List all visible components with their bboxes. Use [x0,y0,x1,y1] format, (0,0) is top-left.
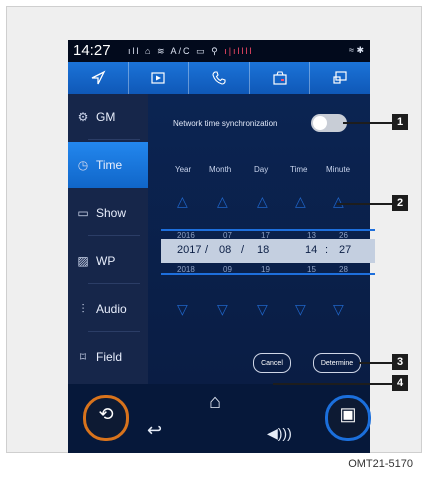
clock-icon: ◷ [77,158,89,172]
sidebar-item-label: Time [96,158,123,172]
sidebar-item-field[interactable]: ⌑ Field [68,334,148,380]
column-header-year: Year [175,165,192,174]
sidebar-item-label: GM [96,110,116,124]
ac-icon: A/C [170,46,192,56]
wifi-icon: ≋ [156,46,167,56]
volume-icon[interactable]: ◀))) [267,425,292,442]
top-navigation-bar [68,62,370,94]
gear-icon: ⚙ [77,110,89,124]
status-bar: 14:27 ıll ⌂ ≋ A/C ▭ ⚲ ı|ıllll ≈ ✱ [68,40,370,62]
network-sync-label: Network time synchronization [173,119,278,128]
status-right-icons: ≈ ✱ [349,45,364,56]
navigation-arrow-icon [91,70,106,85]
callout-3: 3 [392,354,408,370]
column-header-month: Month [209,165,232,174]
sound-field-icon: ⌑ [79,350,87,364]
callout-2-leader [337,203,392,205]
sidebar-item-gm[interactable]: ⚙ GM [68,94,148,140]
hour-up-arrow-icon[interactable]: △ [295,193,306,210]
home-icon[interactable]: ⌂ [209,391,221,414]
column-header-day: Day [254,165,269,174]
nav-button-media[interactable] [129,62,190,94]
right-dial-button[interactable]: ▣ [325,395,371,441]
sidebar-item-time[interactable]: ◷ Time [68,142,148,188]
screen-icon: ▭ [77,206,89,220]
nav-button-phone[interactable] [189,62,250,94]
nav-button-vehicle[interactable] [250,62,311,94]
decrement-arrows: ▽ ▽ ▽ ▽ ▽ [175,301,397,319]
date-time-picker[interactable]: 2016 07 17 13 26 2017 / 08 / 18 14 : 27 … [161,229,391,275]
status-icons: ıll ⌂ ≋ A/C ▭ ⚲ ı|ıllll [128,46,254,57]
nav-button-display[interactable] [310,62,370,94]
day-down-arrow-icon[interactable]: ▽ [257,301,268,318]
media-play-icon [151,72,165,84]
column-header-time: Time [290,165,308,174]
wallpaper-icon: ▨ [77,254,89,268]
callout-3-leader [359,362,392,364]
cancel-button[interactable]: Cancel [253,353,291,373]
year-down-arrow-icon[interactable]: ▽ [177,301,188,318]
callout-4: 4 [392,375,408,391]
sidebar-item-show[interactable]: ▭ Show [68,190,148,236]
sidebar-item-wp[interactable]: ▨ WP [68,238,148,284]
vehicle-icon: ▣ [339,404,357,424]
determine-button[interactable]: Determine [313,353,361,373]
steering-assist-icon: ⟲ [98,404,114,424]
sidebar-item-label: Show [96,206,127,220]
back-icon[interactable]: ↩ [147,420,162,441]
increment-arrows: △ △ △ △ △ [175,193,397,211]
month-up-arrow-icon[interactable]: △ [217,193,228,210]
settings-sidebar: ⚙ GM ◷ Time ▭ Show ▨ WP ⫶ Audio ⌑ Field [68,94,148,384]
phone-icon [212,71,226,85]
selected-month[interactable]: 08 [219,244,231,256]
equalizer-icon: ⫶ [81,301,85,316]
signal-icon: ıll [128,46,141,56]
minute-down-arrow-icon[interactable]: ▽ [333,301,344,318]
callout-1-leader [343,122,392,124]
network-sync-toggle[interactable] [311,114,347,132]
sidebar-item-label: Field [96,350,123,364]
figure-caption: OMT21-5170 [348,458,413,470]
selected-hour[interactable]: 14 [305,244,317,256]
status-time: 14:27 [73,42,111,59]
selected-day[interactable]: 18 [257,244,269,256]
sidebar-item-label: Audio [96,302,127,316]
callout-2: 2 [392,195,408,211]
minute-up-arrow-icon[interactable]: △ [333,193,344,210]
hour-down-arrow-icon[interactable]: ▽ [295,301,306,318]
selected-minute[interactable]: 27 [339,244,351,256]
connected-car-icon: ⌂ [145,46,153,56]
year-up-arrow-icon[interactable]: △ [177,193,188,210]
usb-icon: ▭ [196,46,207,56]
wifi-signal-icon: ≈ [348,45,354,55]
volume-level-icon: ı|ıllll [224,46,254,56]
seat-icon: ⚲ [211,46,220,56]
day-up-arrow-icon[interactable]: △ [257,193,268,210]
figure-frame: 14:27 ıll ⌂ ≋ A/C ▭ ⚲ ı|ıllll ≈ ✱ ⚙ GM ◷… [6,6,422,453]
selected-year[interactable]: 2017 [177,244,201,256]
callout-1: 1 [392,114,408,130]
month-down-arrow-icon[interactable]: ▽ [217,301,228,318]
sidebar-item-audio[interactable]: ⫶ Audio [68,286,148,332]
bluetooth-icon: ✱ [356,45,364,55]
display-icon [333,71,347,84]
sidebar-item-label: WP [96,254,116,268]
car-folder-icon [272,71,287,85]
column-header-minute: Minute [326,165,351,174]
toggle-knob [313,116,327,130]
left-dial-button[interactable]: ⟲ [83,395,129,441]
nav-button-navigation[interactable] [68,62,129,94]
callout-4-leader [273,383,392,385]
